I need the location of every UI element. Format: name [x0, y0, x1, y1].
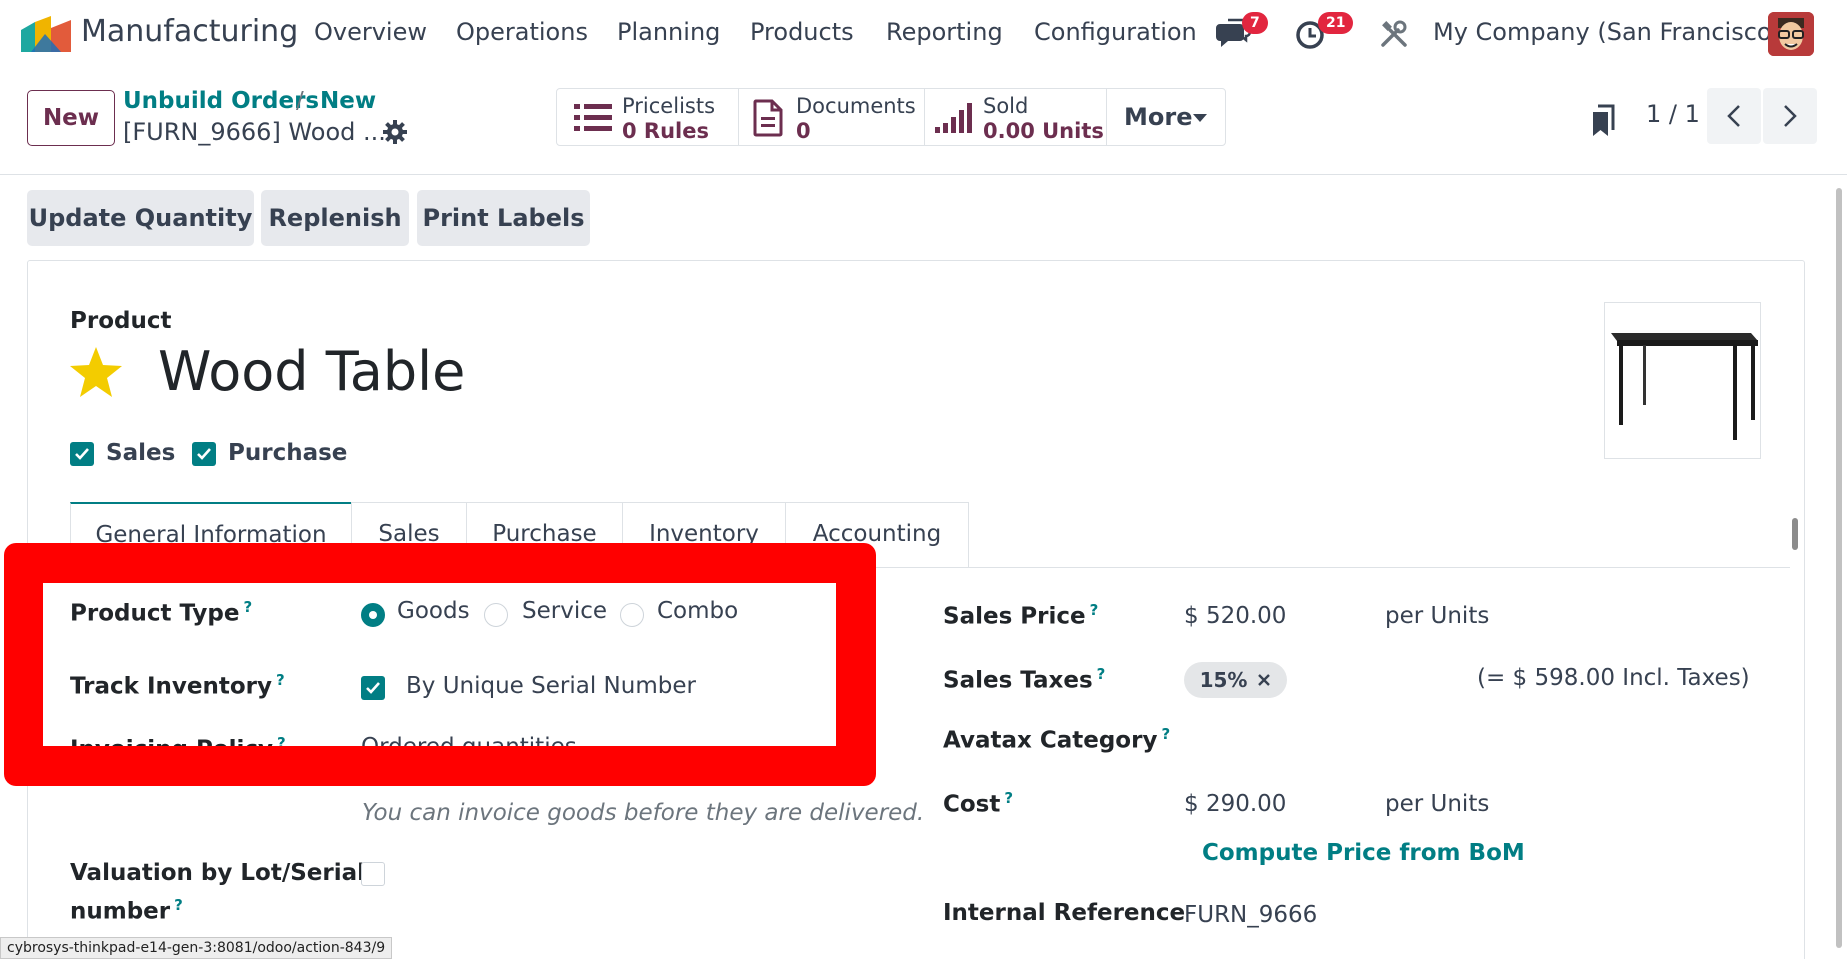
- radio-goods[interactable]: [361, 603, 385, 627]
- record-title: [FURN_9666] Wood ...: [123, 118, 386, 146]
- incl-taxes-text: (= $ 598.00 Incl. Taxes): [1477, 665, 1750, 691]
- radio-combo-label[interactable]: Combo: [657, 598, 738, 624]
- favorite-star-icon[interactable]: [69, 347, 123, 399]
- product-name[interactable]: Wood Table: [158, 340, 465, 403]
- document-icon: [753, 99, 783, 137]
- caret-down-icon: [1193, 114, 1207, 122]
- breadcrumb-new[interactable]: New: [320, 88, 376, 114]
- chevron-right-icon: [1784, 105, 1797, 127]
- bookmark-icon[interactable]: [1591, 104, 1615, 138]
- pager-next-button[interactable]: [1763, 88, 1817, 144]
- pager-value[interactable]: 1 / 1: [1646, 100, 1700, 128]
- menu-overview[interactable]: Overview: [314, 18, 427, 46]
- breadcrumb-unbuild-orders[interactable]: Unbuild Orders: [123, 88, 319, 114]
- highlight-content: Product Type? Goods Service Combo Track …: [43, 583, 836, 746]
- control-panel: New Unbuild Orders / New [FURN_9666] Woo…: [0, 68, 1847, 175]
- product-image[interactable]: [1604, 302, 1761, 459]
- replenish-button[interactable]: Replenish: [261, 190, 409, 246]
- debug-tools-icon[interactable]: [1378, 18, 1410, 50]
- breadcrumb-separator: /: [296, 88, 304, 114]
- valuation-label-line1: Valuation by Lot/Serial: [70, 860, 366, 886]
- sold-smart-button[interactable]: Sold 0.00 Units: [925, 89, 1107, 145]
- manufacturing-app-icon[interactable]: [21, 16, 71, 52]
- track-inventory-value[interactable]: By Unique Serial Number: [406, 673, 696, 699]
- page-scrollbar-thumb[interactable]: [1836, 188, 1842, 948]
- app-name[interactable]: Manufacturing: [81, 14, 298, 49]
- menu-operations[interactable]: Operations: [456, 18, 588, 46]
- compute-price-from-bom-button[interactable]: Compute Price from BoM: [1202, 840, 1525, 866]
- cost-value[interactable]: $ 290.00: [1184, 791, 1286, 817]
- purchase-checkbox[interactable]: [192, 442, 216, 466]
- radio-goods-label[interactable]: Goods: [397, 598, 470, 624]
- valuation-checkbox[interactable]: [361, 862, 385, 886]
- top-navbar: Manufacturing Overview Operations Planni…: [0, 0, 1847, 68]
- documents-label: Documents: [796, 94, 916, 118]
- more-label: More: [1124, 103, 1193, 131]
- menu-products[interactable]: Products: [750, 18, 854, 46]
- cost-label: Cost?: [943, 789, 1014, 818]
- product-type-label: Product Type?: [70, 598, 253, 627]
- pricelists-label: Pricelists: [622, 94, 716, 118]
- check-icon: [197, 448, 211, 460]
- close-icon[interactable]: [1257, 673, 1271, 687]
- radio-service-label[interactable]: Service: [522, 598, 607, 624]
- product-label: Product: [70, 308, 172, 334]
- pricelists-smart-button[interactable]: Pricelists 0 Rules: [557, 89, 739, 145]
- update-quantity-button[interactable]: Update Quantity: [27, 190, 254, 246]
- tax-tag-label: 15%: [1199, 668, 1248, 692]
- menu-planning[interactable]: Planning: [617, 18, 720, 46]
- smart-buttons: Pricelists 0 Rules Documents 0 Sold 0.00…: [556, 88, 1226, 146]
- internal-reference-value[interactable]: FURN_9666: [1184, 902, 1317, 928]
- cost-unit: per Units: [1385, 791, 1490, 817]
- more-dropdown[interactable]: More: [1107, 89, 1225, 145]
- list-icon: [574, 104, 612, 131]
- pricelists-value: 0 Rules: [622, 119, 709, 143]
- radio-service[interactable]: [484, 603, 508, 627]
- sales-price-label: Sales Price?: [943, 601, 1099, 630]
- sales-price-value[interactable]: $ 520.00: [1184, 603, 1286, 629]
- tax-tag[interactable]: 15%: [1184, 662, 1287, 698]
- menu-reporting[interactable]: Reporting: [886, 18, 1003, 46]
- internal-reference-label: Internal Reference: [943, 900, 1186, 926]
- link-status-bar: cybrosys-thinkpad-e14-gen-3:8081/odoo/ac…: [0, 937, 393, 959]
- signal-bars-icon: [935, 103, 972, 133]
- sales-price-unit: per Units: [1385, 603, 1490, 629]
- sold-label: Sold: [983, 94, 1029, 118]
- check-icon: [75, 448, 89, 460]
- invoicing-policy-label: Invoicing Policy?: [70, 734, 286, 746]
- menu-configuration[interactable]: Configuration: [1034, 18, 1197, 46]
- avatax-category-label: Avatax Category?: [943, 725, 1171, 754]
- track-inventory-checkbox[interactable]: [361, 676, 385, 700]
- check-icon: [366, 682, 380, 694]
- documents-value: 0: [796, 119, 811, 143]
- new-button[interactable]: New: [27, 90, 115, 146]
- sales-taxes-label: Sales Taxes?: [943, 665, 1106, 694]
- sold-value: 0.00 Units: [983, 119, 1104, 143]
- pager-previous-button[interactable]: [1707, 88, 1761, 144]
- inner-scrollbar-thumb[interactable]: [1792, 518, 1798, 550]
- user-avatar[interactable]: [1768, 12, 1814, 56]
- activities-badge: 21: [1318, 12, 1354, 34]
- print-labels-button[interactable]: Print Labels: [417, 190, 590, 246]
- documents-smart-button[interactable]: Documents 0: [739, 89, 925, 145]
- radio-combo[interactable]: [620, 603, 644, 627]
- invoice-hint: You can invoice goods before they are de…: [362, 800, 925, 826]
- purchase-checkbox-label: Purchase: [228, 440, 348, 466]
- company-switcher[interactable]: My Company (San Francisco): [1433, 18, 1781, 46]
- chevron-left-icon: [1727, 105, 1740, 127]
- valuation-label-line2: number?: [70, 896, 183, 925]
- messages-badge: 7: [1242, 12, 1268, 34]
- avatar-face-icon: [1768, 12, 1814, 56]
- sales-checkbox[interactable]: [70, 442, 94, 466]
- track-inventory-label: Track Inventory?: [70, 671, 285, 700]
- invoicing-policy-value[interactable]: Ordered quantities: [361, 734, 577, 746]
- table-image-icon: [1611, 333, 1758, 440]
- gear-icon[interactable]: [382, 119, 408, 145]
- sales-checkbox-label: Sales: [106, 440, 176, 466]
